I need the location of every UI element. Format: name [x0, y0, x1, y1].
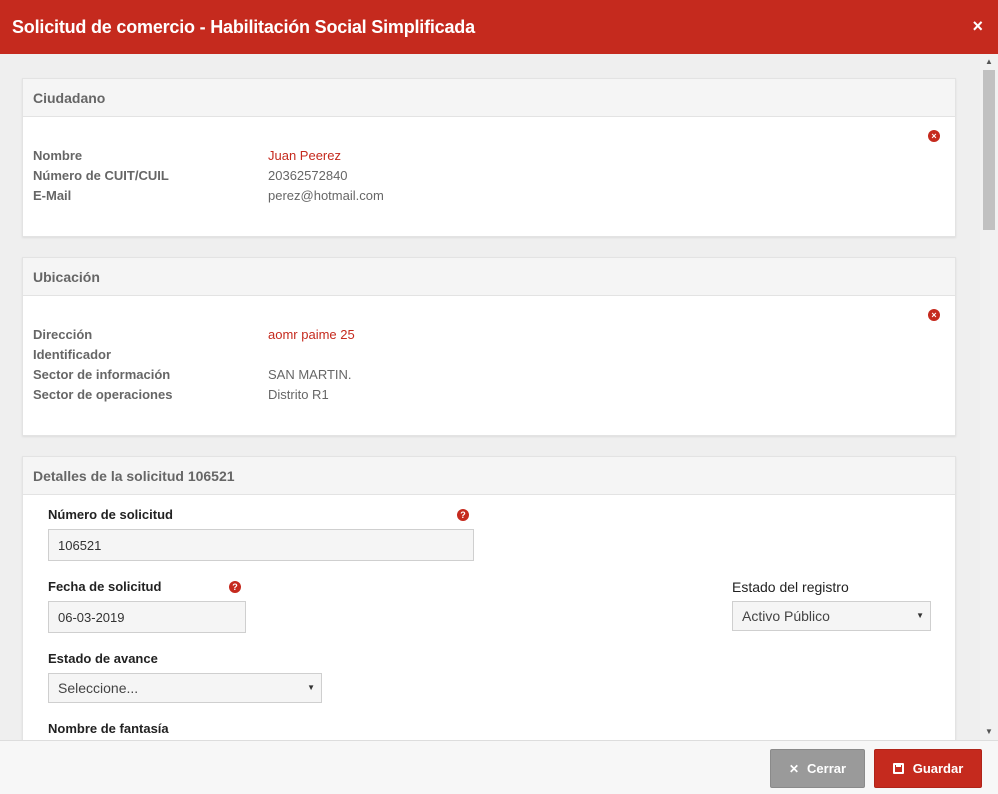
info-value: Juan Peerez — [268, 148, 341, 163]
info-value: 20362572840 — [268, 168, 348, 183]
nombre-fantasia-label: Nombre de fantasía — [48, 721, 169, 736]
estado-avance-label: Estado de avance — [48, 651, 158, 666]
panel-detalles: Detalles de la solicitud 106521 Número d… — [22, 456, 956, 740]
modal-header: Solicitud de comercio - Habilitación Soc… — [0, 0, 998, 54]
panel-ciudadano: Ciudadano × Nombre Juan Peerez Número de… — [22, 78, 956, 237]
scroll-up-icon[interactable]: ▲ — [980, 54, 998, 70]
estado-avance-value: Seleccione... — [58, 680, 139, 696]
x-icon: ✕ — [788, 761, 800, 776]
question-circle-icon[interactable]: ? — [229, 581, 241, 593]
info-value: Distrito R1 — [268, 387, 329, 402]
question-circle-icon[interactable]: ? — [457, 509, 469, 521]
modal-footer: ✕ Cerrar Guardar — [0, 740, 998, 794]
info-value: SAN MARTIN. — [268, 367, 352, 382]
caret-down-icon: ▼ — [307, 683, 315, 692]
numero-solicitud-label: Número de solicitud — [48, 507, 173, 522]
save-button[interactable]: Guardar — [874, 749, 982, 788]
info-label: Dirección — [33, 327, 93, 342]
panel-heading: Ciudadano — [23, 79, 955, 117]
info-label: Sector de operaciones — [33, 387, 173, 402]
panel-heading: Ubicación — [23, 258, 955, 296]
scroll-thumb[interactable] — [983, 70, 995, 230]
modal-title: Solicitud de comercio - Habilitación Soc… — [12, 16, 475, 37]
modal-body: Ciudadano × Nombre Juan Peerez Número de… — [0, 54, 980, 740]
info-label: Nombre — [33, 148, 83, 163]
panel-ubicacion: Ubicación × Dirección aomr paime 25 Iden… — [22, 257, 956, 436]
remove-icon[interactable]: × — [928, 130, 940, 142]
info-label: Sector de información — [33, 367, 171, 382]
info-label: Identificador — [33, 347, 112, 362]
remove-icon[interactable]: × — [928, 309, 940, 321]
close-icon[interactable]: × — [972, 14, 983, 38]
scroll-down-icon[interactable]: ▼ — [980, 724, 998, 740]
estado-registro-value: Activo Público — [742, 608, 830, 624]
estado-registro-label: Estado del registro — [732, 579, 849, 595]
scrollbar[interactable]: ▲ ▼ — [980, 54, 998, 740]
info-value: aomr paime 25 — [268, 327, 355, 342]
fecha-solicitud-input[interactable] — [48, 601, 246, 633]
estado-avance-select[interactable]: Seleccione... ▼ — [48, 673, 322, 703]
estado-registro-select[interactable]: Activo Público ▼ — [732, 601, 931, 631]
numero-solicitud-input[interactable] — [48, 529, 474, 561]
close-button-label: Cerrar — [807, 761, 847, 776]
info-label: Número de CUIT/CUIL — [33, 168, 169, 183]
fecha-solicitud-label: Fecha de solicitud — [48, 579, 162, 594]
close-button[interactable]: ✕ Cerrar — [770, 749, 865, 788]
save-button-label: Guardar — [912, 761, 964, 776]
panel-heading: Detalles de la solicitud 106521 — [23, 457, 955, 495]
info-label: E-Mail — [33, 188, 72, 203]
info-value: perez@hotmail.com — [268, 188, 384, 203]
caret-down-icon: ▼ — [916, 611, 924, 620]
floppy-disk-icon — [892, 763, 904, 774]
